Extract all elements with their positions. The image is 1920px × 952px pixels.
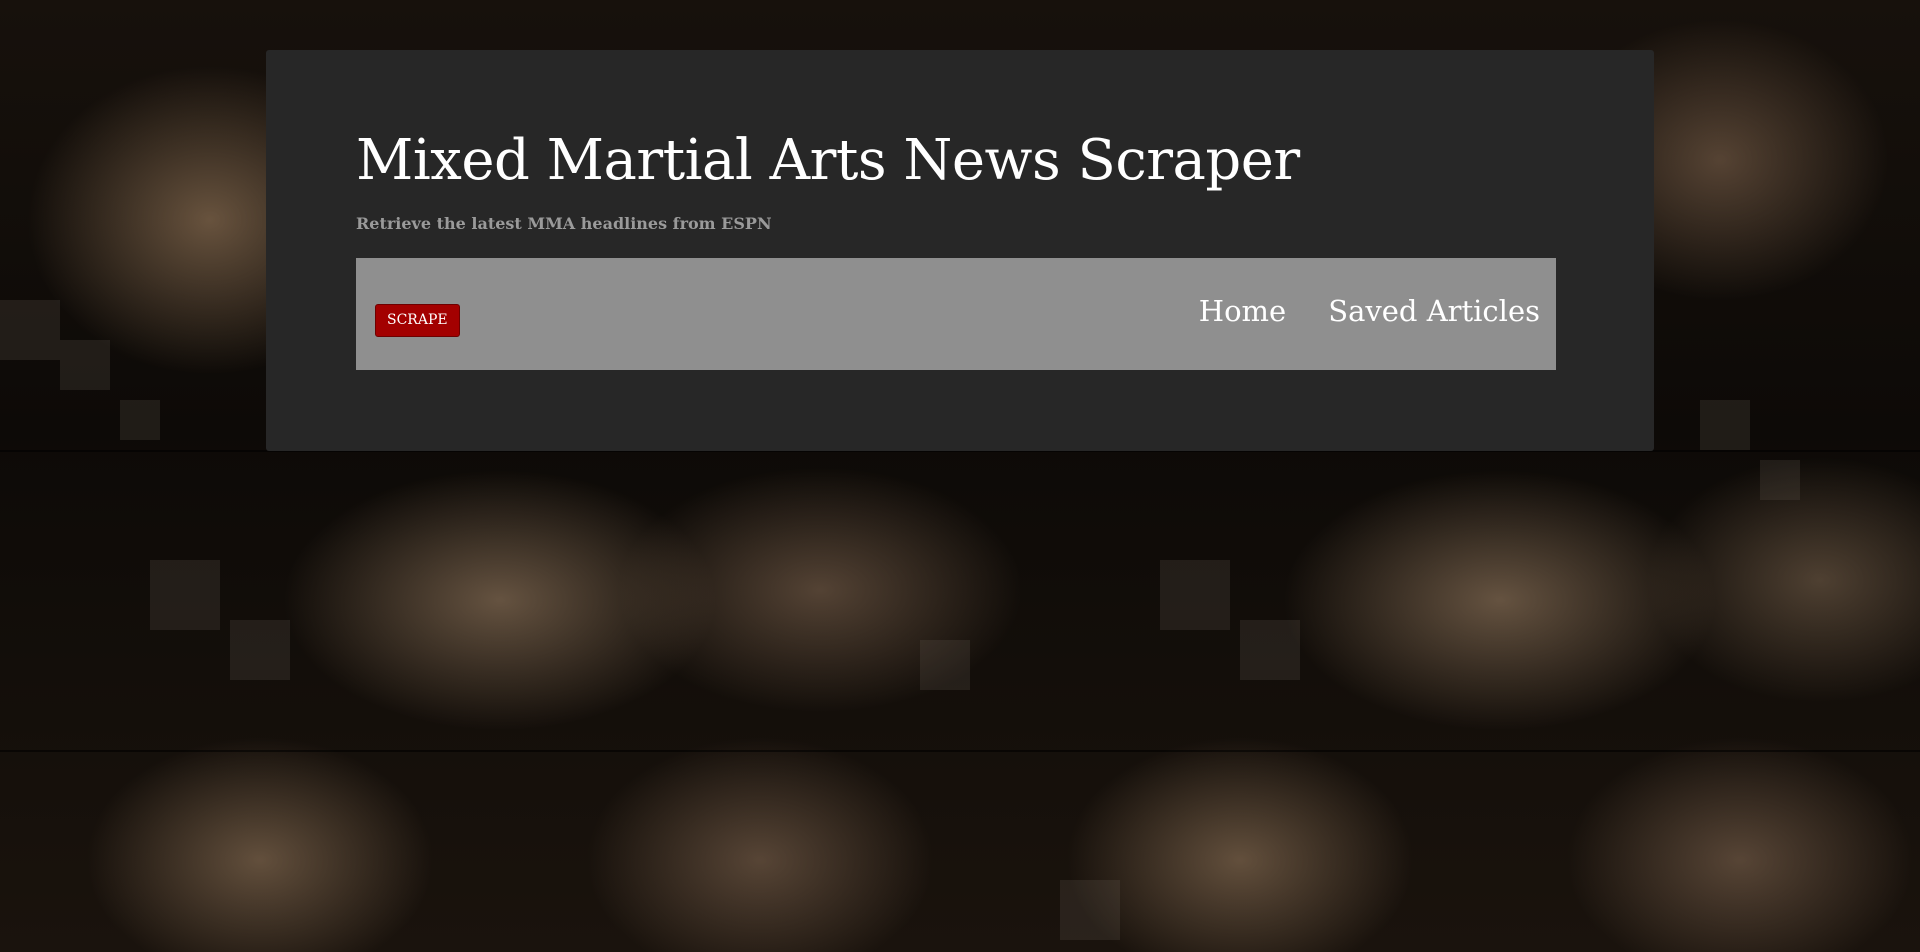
nav-links: Home Saved Articles bbox=[1199, 294, 1540, 328]
navbar: SCRAPE Home Saved Articles bbox=[356, 258, 1556, 370]
scrape-button[interactable]: SCRAPE bbox=[375, 304, 460, 337]
page-subtitle: Retrieve the latest MMA headlines from E… bbox=[356, 214, 772, 233]
page-title: Mixed Martial Arts News Scraper bbox=[356, 128, 1300, 193]
header-panel: Mixed Martial Arts News Scraper Retrieve… bbox=[266, 50, 1654, 451]
nav-link-home[interactable]: Home bbox=[1199, 294, 1286, 328]
nav-link-saved-articles[interactable]: Saved Articles bbox=[1328, 294, 1540, 328]
